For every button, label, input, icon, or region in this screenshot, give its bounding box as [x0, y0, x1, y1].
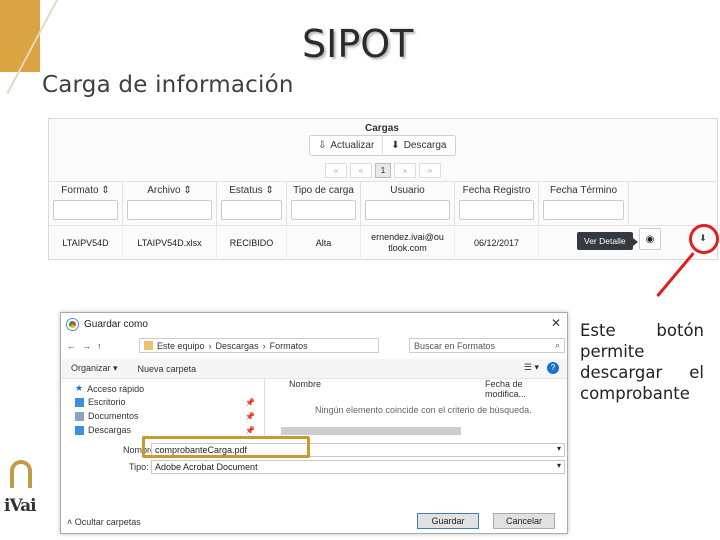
filter-input[interactable]: [543, 200, 624, 220]
pagination: « « 1 » »: [325, 163, 441, 178]
back-icon[interactable]: ←: [67, 341, 76, 351]
dialog-toolbar: Organizar ▾ Nueva carpeta ☰ ▾ ?: [61, 359, 567, 379]
chrome-icon: [67, 318, 78, 330]
cargas-button-group: ⇩ Actualizar ⬇ Descarga: [309, 135, 456, 156]
pin-icon: 📌: [245, 425, 255, 435]
col-tipo[interactable]: Tipo de carga: [287, 182, 361, 226]
file-type-select[interactable]: Adobe Acrobat Document ▾: [151, 460, 565, 474]
pager-next[interactable]: »: [394, 163, 416, 178]
logo-text: iVai: [4, 496, 37, 516]
search-input[interactable]: Buscar en Formatos ⌕: [409, 338, 565, 353]
save-button[interactable]: Guardar: [417, 513, 479, 529]
download-icon: ⬇: [391, 140, 400, 151]
cell-fecha-registro: 06/12/2017: [455, 226, 539, 260]
horizontal-scrollbar[interactable]: [281, 427, 461, 435]
view-detail-button[interactable]: ◉: [639, 228, 661, 250]
table-header: Formato ⇕ Archivo ⇕ Estatus ⇕ Tipo de ca…: [49, 181, 717, 226]
organize-menu[interactable]: Organizar ▾: [71, 363, 118, 374]
refresh-icon: ⇩: [318, 140, 327, 151]
pager-first[interactable]: «: [325, 163, 347, 178]
downloads-icon: [75, 425, 84, 435]
filter-input[interactable]: [365, 200, 450, 220]
chevron-down-icon: ▾: [556, 461, 561, 470]
sidebar-item-desktop[interactable]: Escritorio 📌: [75, 397, 255, 407]
col-formato[interactable]: Formato ⇕: [49, 182, 123, 226]
ver-detalle-tooltip: Ver Detalle: [577, 232, 638, 250]
filter-input[interactable]: [53, 200, 118, 220]
documents-icon: [75, 411, 84, 421]
col-modified[interactable]: Fecha de modifica...: [485, 379, 565, 399]
slide-subtitle: Carga de información: [42, 72, 294, 98]
type-label: Tipo:: [129, 462, 149, 472]
col-fecha-registro[interactable]: Fecha Registro: [455, 182, 539, 226]
logo-arch: [10, 460, 32, 488]
highlight-circle: [689, 224, 719, 254]
filename-highlight: [142, 436, 310, 458]
empty-message: Ningún elemento coincide con el criterio…: [315, 405, 532, 415]
pin-icon: 📌: [245, 397, 255, 407]
pin-icon: 📌: [245, 411, 255, 421]
sipot-cargas-panel: Cargas ⇩ Actualizar ⬇ Descarga « « 1 » »…: [48, 118, 718, 260]
file-list-header: Nombre Fecha de modifica...: [289, 379, 565, 399]
refresh-button[interactable]: ⇩ Actualizar: [310, 136, 384, 155]
help-icon[interactable]: ?: [547, 362, 559, 374]
col-fecha-termino[interactable]: Fecha Término: [539, 182, 629, 226]
hide-folders-toggle[interactable]: ˄ Ocultar carpetas: [67, 517, 141, 527]
filter-input[interactable]: [291, 200, 356, 220]
corner-accent: [0, 0, 40, 72]
cell-tipo: Alta: [287, 226, 361, 260]
sidebar-item-quick-access[interactable]: ★ Acceso rápido: [75, 383, 255, 394]
star-icon: ★: [75, 383, 84, 393]
desktop-icon: [75, 397, 84, 407]
sidebar-item-documents[interactable]: Documentos 📌: [75, 411, 255, 421]
cancel-button[interactable]: Cancelar: [493, 513, 555, 529]
save-form: Nombre: comprobanteCarga.pdf ▾ Tipo: Ado…: [61, 437, 567, 533]
up-icon[interactable]: ↑: [97, 341, 102, 351]
cell-formato: LTAIPV54D: [49, 226, 123, 260]
filter-input[interactable]: [221, 200, 282, 220]
chevron-up-icon: ˄: [67, 517, 73, 527]
cell-estatus: RECIBIDO: [217, 226, 287, 260]
save-as-dialog: Guardar como ✕ ← → ↑ Este equipo › Descar…: [60, 312, 568, 534]
ivai-logo: iVai: [4, 460, 40, 520]
address-bar: ← → ↑ Este equipo › Descargas › Formatos B…: [61, 335, 567, 357]
close-icon[interactable]: ✕: [551, 316, 561, 330]
cell-archivo: LTAIPV54D.xlsx: [123, 226, 217, 260]
explanation-text: Este botón permite descargar el comproba…: [580, 321, 704, 403]
slide-title: SIPOT: [302, 22, 414, 66]
col-estatus[interactable]: Estatus ⇕: [217, 182, 287, 226]
new-folder-button[interactable]: Nueva carpeta: [138, 364, 197, 374]
navigation-pane: ★ Acceso rápido Escritorio 📌 Documentos …: [61, 379, 265, 435]
folder-icon: [144, 341, 153, 350]
dialog-titlebar: Guardar como ✕: [61, 313, 567, 335]
filter-input[interactable]: [127, 200, 212, 220]
sidebar-item-downloads[interactable]: Descargas 📌: [75, 425, 255, 435]
download-button[interactable]: ⬇ Descarga: [383, 136, 454, 155]
search-icon: ⌕: [554, 340, 560, 350]
eye-icon: ◉: [645, 233, 655, 245]
pager-prev[interactable]: «: [350, 163, 372, 178]
cargas-title: Cargas: [365, 123, 399, 134]
breadcrumb[interactable]: Este equipo › Descargas › Formatos: [139, 338, 379, 353]
pager-page[interactable]: 1: [375, 163, 391, 178]
dialog-title: Guardar como: [84, 318, 148, 330]
filter-input[interactable]: [459, 200, 534, 220]
pager-last[interactable]: »: [419, 163, 441, 178]
forward-icon[interactable]: →: [82, 341, 91, 351]
col-name[interactable]: Nombre: [289, 379, 321, 389]
cell-usuario: ernendez.ivai@ou tlook.com: [361, 226, 455, 260]
chevron-down-icon: ▾: [556, 444, 561, 453]
col-usuario[interactable]: Usuario: [361, 182, 455, 226]
view-options-icon[interactable]: ☰ ▾: [524, 362, 539, 373]
col-archivo[interactable]: Archivo ⇕: [123, 182, 217, 226]
